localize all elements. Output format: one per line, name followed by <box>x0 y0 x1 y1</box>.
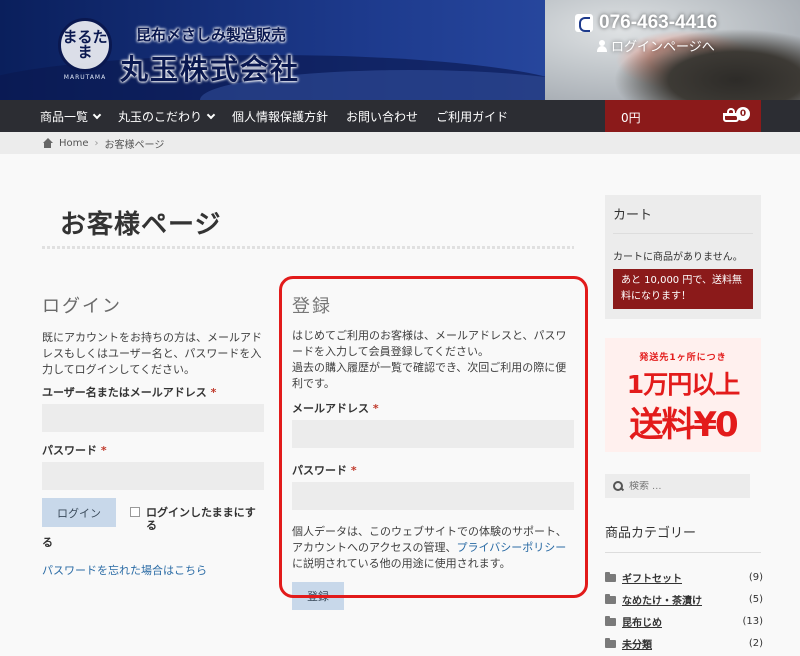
category-name[interactable]: 未分類 <box>622 636 749 651</box>
chevron-down-icon <box>206 110 216 119</box>
cart-empty-message: カートに商品がありません。 <box>613 252 743 263</box>
username-input[interactable] <box>42 404 264 432</box>
remember-label: ログインしたままにする <box>146 506 256 532</box>
remember-label-wrap: る <box>42 536 53 549</box>
main-nav: 商品一覧 丸玉のこだわり 個人情報保護方針 お問い合わせ ご利用ガイド 0円 0 <box>0 100 800 132</box>
remember-me[interactable]: ログインしたままにする <box>130 506 264 532</box>
category-item[interactable]: ギフトセット (9) <box>605 566 763 588</box>
login-form: ログイン 既にアカウントをお持ちの方は、メールアドレスもしくはユーザー名と、パス… <box>42 292 264 578</box>
category-name[interactable]: 昆布じめ <box>622 614 742 629</box>
nav-label: お問い合わせ <box>346 109 419 124</box>
free-shipping-message: あと 10,000 円で、送料無料になります！ <box>613 269 753 309</box>
category-count: (5) <box>748 593 763 605</box>
nav-label: ご利用ガイド <box>436 109 509 124</box>
banner-threshold: 1万円以上 <box>626 370 740 399</box>
category-count: (9) <box>748 571 763 583</box>
phone-icon <box>575 14 593 32</box>
phone-text: 076-463-4416 <box>599 12 718 33</box>
site-header: まるたま MARUTAMA 昆布〆さしみ製造販売 丸玉株式会社 076-463-… <box>0 0 800 100</box>
breadcrumb-home[interactable]: Home <box>59 138 89 149</box>
category-item[interactable]: なめたけ・茶漬け (5) <box>605 588 763 610</box>
login-description: 既にアカウントをお持ちの方は、メールアドレスもしくはユーザー名と、パスワードを入… <box>42 331 262 376</box>
breadcrumb: Home › お客様ページ <box>0 132 800 154</box>
highlight-outline <box>279 276 588 598</box>
categories-divider <box>605 552 761 553</box>
header-contact: 076-463-4416 ログインページへ <box>575 12 775 55</box>
category-name[interactable]: なめたけ・茶漬け <box>622 592 749 607</box>
nav-label: 個人情報保護方針 <box>232 109 329 124</box>
nav-item-products[interactable]: 商品一覧 <box>40 108 102 125</box>
breadcrumb-separator: › <box>94 137 99 149</box>
categories-heading: 商品カテゴリー <box>605 526 697 541</box>
username-label: ユーザー名またはメールアドレス * <box>42 384 264 400</box>
username-label-text: ユーザー名またはメールアドレス <box>42 386 207 399</box>
cart-amount: 0円 <box>621 111 641 125</box>
breadcrumb-current: お客様ページ <box>104 139 165 151</box>
password-input[interactable] <box>42 462 264 490</box>
category-list: ギフトセット (9) なめたけ・茶漬け (5) 昆布じめ (13) 未分類 (2… <box>605 566 763 654</box>
nav-item-commitment[interactable]: 丸玉のこだわり <box>118 108 216 125</box>
login-actions: ログイン ログインしたままにする <box>42 498 264 532</box>
required-mark: * <box>100 444 107 457</box>
logo-text: まるたま <box>62 28 108 61</box>
brand-name[interactable]: 丸玉株式会社 <box>120 48 300 88</box>
search-icon <box>613 481 623 491</box>
phone-number[interactable]: 076-463-4416 <box>575 12 775 34</box>
nav-item-contact[interactable]: お問い合わせ <box>346 108 418 125</box>
cart-widget-divider <box>613 233 753 234</box>
category-item[interactable]: 未分類 (2) <box>605 632 763 654</box>
banner-free-shipping: 送料¥0 <box>629 405 738 445</box>
folder-icon <box>605 594 616 604</box>
logo-mark[interactable]: まるたま MARUTAMA <box>52 14 118 82</box>
password-label: パスワード * <box>42 442 264 458</box>
cart-count-badge: 0 <box>736 107 750 121</box>
nav-items: 商品一覧 丸玉のこだわり 個人情報保護方針 お問い合わせ ご利用ガイド <box>40 100 526 132</box>
search-input[interactable] <box>629 480 739 492</box>
nav-label: 丸玉のこだわり <box>118 109 203 124</box>
folder-icon <box>605 572 616 582</box>
nav-item-privacy[interactable]: 個人情報保護方針 <box>232 108 328 125</box>
title-divider <box>42 246 574 249</box>
lost-password-link[interactable]: パスワードを忘れた場合はこちら <box>42 562 264 578</box>
category-item[interactable]: 昆布じめ (13) <box>605 610 763 632</box>
remember-checkbox[interactable] <box>130 507 140 517</box>
login-button[interactable]: ログイン <box>42 498 116 527</box>
brand-tagline: 昆布〆さしみ製造販売 <box>136 26 287 44</box>
category-count: (2) <box>748 637 763 649</box>
logo-subtext: MARUTAMA <box>63 74 107 81</box>
nav-item-guide[interactable]: ご利用ガイド <box>436 108 508 125</box>
folder-icon <box>605 638 616 648</box>
folder-icon <box>605 616 616 626</box>
nav-label: 商品一覧 <box>40 109 89 124</box>
password-label-text: パスワード <box>42 444 97 457</box>
free-shipping-banner[interactable]: 発送先1ヶ所につき 1万円以上 送料¥0 <box>605 338 761 452</box>
chevron-down-icon <box>92 110 102 119</box>
login-heading: ログイン <box>42 296 122 317</box>
login-page-link[interactable]: ログインページへ <box>597 36 775 55</box>
header-cart[interactable]: 0円 0 <box>605 100 761 132</box>
page-title: お客様ページ <box>60 210 222 240</box>
cart-widget-title: カート <box>613 208 653 223</box>
category-name[interactable]: ギフトセット <box>622 570 749 585</box>
cart-widget: カート カートに商品がありません。 あと 10,000 円で、送料無料になります… <box>605 195 761 319</box>
required-mark: * <box>210 386 217 399</box>
product-search[interactable] <box>605 474 750 498</box>
banner-note: 発送先1ヶ所につき <box>639 353 727 363</box>
category-count: (13) <box>742 615 763 627</box>
home-icon <box>42 138 53 148</box>
login-page-link-text: ログインページへ <box>611 40 715 55</box>
user-icon <box>597 39 607 52</box>
